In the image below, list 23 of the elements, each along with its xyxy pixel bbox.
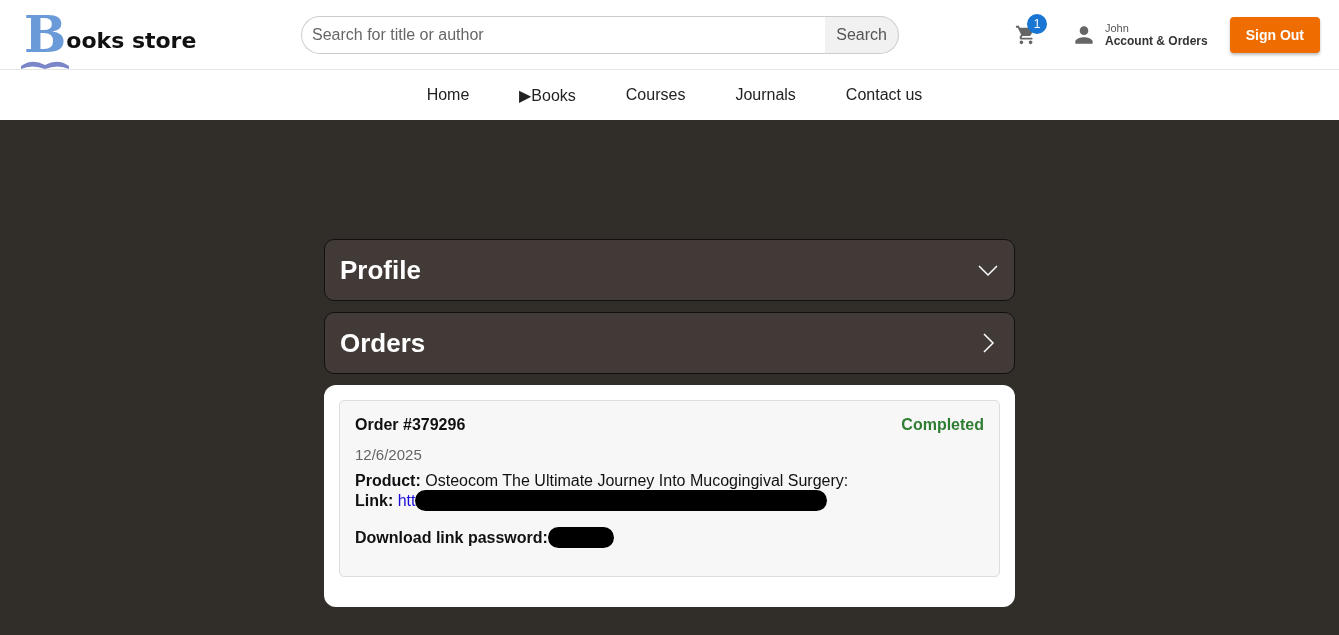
order-status: Completed: [901, 416, 984, 434]
logo-letter: B: [24, 15, 67, 54]
user-name: John: [1105, 21, 1130, 34]
field-label: Link:: [355, 492, 394, 509]
nav-link[interactable]: Contact us: [845, 86, 923, 104]
section-title: Profile: [340, 254, 421, 286]
download-link[interactable]: htt: [397, 492, 416, 509]
field-label: Download link password:: [355, 529, 548, 546]
nav-link[interactable]: Courses: [625, 86, 686, 104]
nav-link[interactable]: Home: [426, 86, 470, 104]
nav-link[interactable]: Journals: [735, 86, 796, 104]
logo-text: ooks store: [66, 27, 197, 54]
order-number: Order #379296: [355, 416, 466, 434]
account-link[interactable]: Account & Orders: [1105, 33, 1208, 48]
order-date: 12/6/2025: [355, 446, 423, 463]
redaction-mark: [547, 527, 614, 548]
cart-count-badge: 1: [1027, 13, 1047, 34]
section-title: Orders: [340, 327, 426, 359]
accordion-header[interactable]: Orders: [324, 312, 1015, 374]
accordion-header[interactable]: Profile: [324, 239, 1015, 301]
product-name: Osteocom The Ultimate Journey Into Mucogingival Surgery:: [425, 472, 849, 489]
nav-link[interactable]: ▶Books: [519, 85, 576, 105]
field-label: Product:: [355, 472, 421, 489]
